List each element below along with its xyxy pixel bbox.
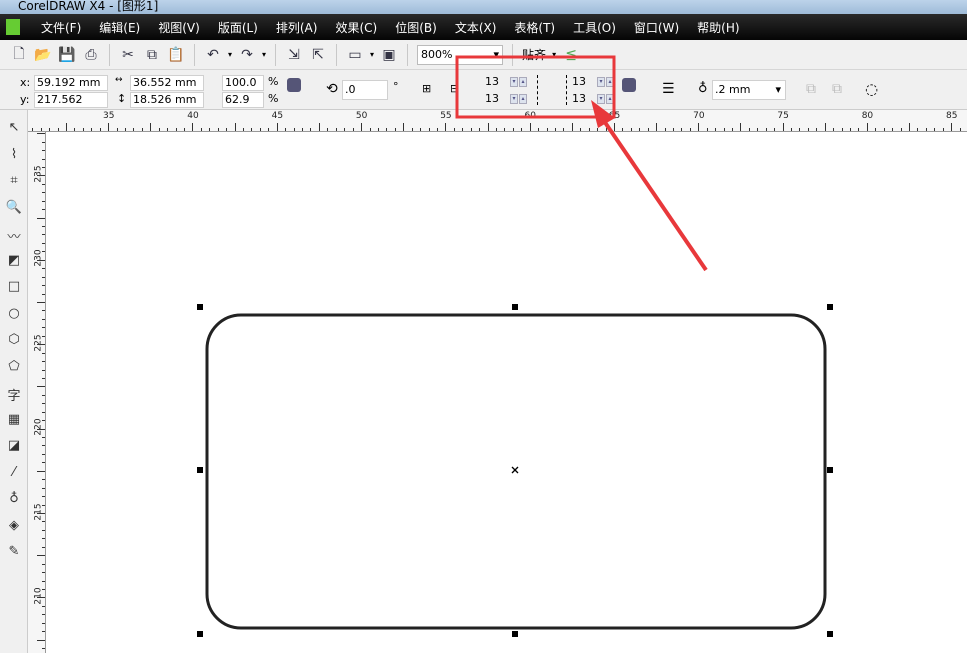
- selection-handle[interactable]: [827, 631, 833, 637]
- selection-handle[interactable]: [197, 467, 203, 473]
- highlight-box: [455, 55, 616, 119]
- selection-handle[interactable]: [827, 467, 833, 473]
- selection-handle[interactable]: [197, 631, 203, 637]
- canvas-overlay: [197, 55, 833, 637]
- selection-handle[interactable]: [512, 304, 518, 310]
- selection-handle[interactable]: [197, 304, 203, 310]
- center-mark: [511, 466, 519, 474]
- annotation-arrow: [600, 116, 708, 272]
- annotation-arrowhead: [591, 100, 615, 128]
- selection-handle[interactable]: [827, 304, 833, 310]
- selection-handle[interactable]: [512, 631, 518, 637]
